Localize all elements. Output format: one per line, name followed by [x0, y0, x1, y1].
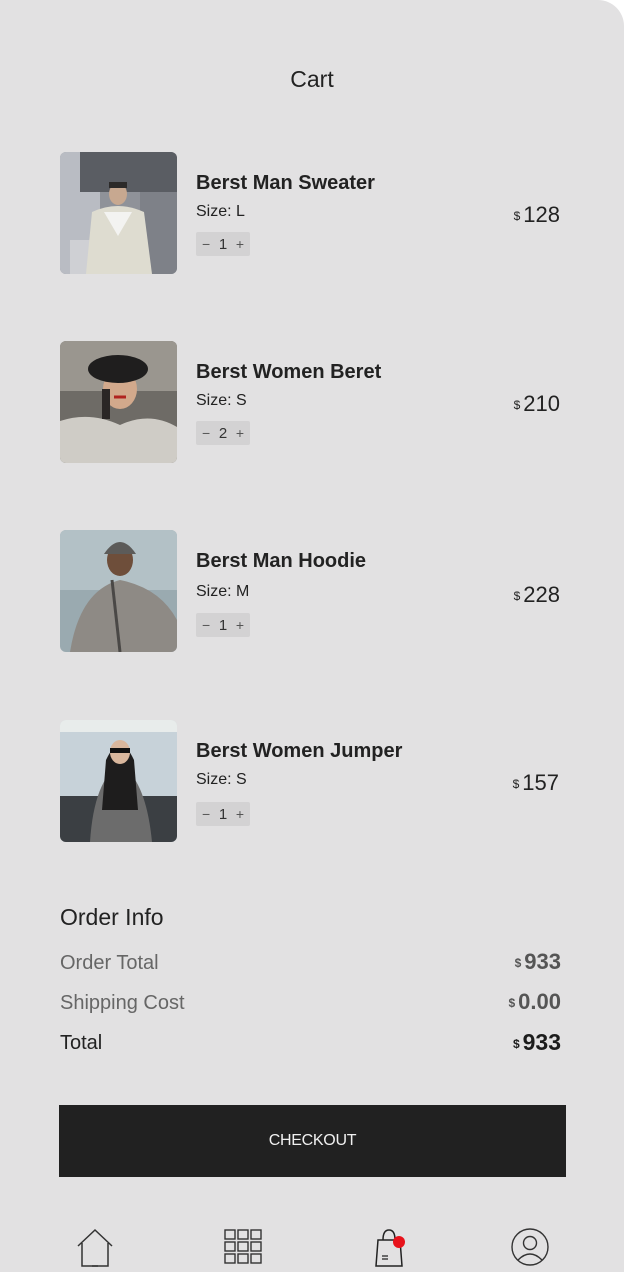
shipping-cost-value: 0.00: [518, 989, 561, 1014]
quantity-stepper: − 2 +: [196, 421, 250, 445]
currency-symbol: $: [512, 1037, 520, 1051]
shipping-cost-amount: $0.00: [508, 989, 561, 1015]
currency-symbol: $: [508, 996, 516, 1010]
currency-symbol: $: [512, 777, 520, 791]
quantity-value: 1: [218, 616, 228, 634]
product-image[interactable]: [60, 530, 177, 652]
quantity-stepper: − 1 +: [196, 802, 250, 826]
shipping-cost-label: Shipping Cost: [60, 992, 185, 1014]
checkout-button[interactable]: CHECKOUT: [59, 1105, 566, 1177]
item-name: Berst Women Beret: [196, 361, 382, 383]
size-label: Size:: [196, 583, 232, 600]
total-label: Total: [60, 1032, 103, 1054]
quantity-value: 2: [218, 424, 228, 442]
cart-item: Berst Man Sweater Size: L − 1 + $128: [60, 152, 560, 274]
order-info-title: Order Info: [60, 904, 164, 930]
cart-item: Berst Women Beret Size: S − 2 + $210: [60, 341, 560, 463]
size-label: Size:: [196, 771, 232, 788]
total-amount: $933: [513, 1029, 561, 1056]
size-value: M: [236, 583, 250, 600]
price-value: 228: [523, 582, 560, 607]
order-total-amount: $933: [515, 949, 561, 975]
item-price: $128: [514, 202, 560, 228]
grid-icon[interactable]: [222, 1226, 264, 1268]
item-price: $157: [513, 770, 559, 796]
currency-symbol: $: [513, 398, 521, 412]
shipping-cost-row: Shipping Cost $0.00: [60, 989, 561, 1015]
size-value: L: [236, 203, 245, 220]
increase-button[interactable]: +: [236, 617, 244, 633]
price-value: 157: [522, 770, 559, 795]
price-value: 128: [523, 202, 560, 227]
increase-button[interactable]: +: [236, 236, 244, 252]
decrease-button[interactable]: −: [202, 617, 210, 633]
quantity-stepper: − 1 +: [196, 613, 250, 637]
item-name: Berst Man Sweater: [196, 172, 375, 194]
shopping-bag-icon[interactable]: [368, 1226, 410, 1268]
currency-symbol: $: [514, 956, 522, 970]
item-size: Size: S: [196, 771, 247, 789]
item-name: Berst Women Jumper: [196, 740, 403, 762]
order-total-value: 933: [524, 949, 561, 974]
item-size: Size: S: [196, 392, 247, 410]
currency-symbol: $: [513, 209, 521, 223]
cart-badge: [393, 1236, 405, 1248]
order-total-label: Order Total: [60, 952, 159, 974]
decrease-button[interactable]: −: [202, 236, 210, 252]
home-icon[interactable]: [74, 1226, 116, 1268]
item-size: Size: L: [196, 203, 245, 221]
decrease-button[interactable]: −: [202, 806, 210, 822]
size-label: Size:: [196, 392, 232, 409]
increase-button[interactable]: +: [236, 806, 244, 822]
item-price: $210: [514, 391, 560, 417]
size-value: S: [236, 771, 247, 788]
total-row: Total $933: [60, 1029, 561, 1056]
item-price: $228: [514, 582, 560, 608]
profile-icon[interactable]: [509, 1226, 551, 1268]
size-value: S: [236, 392, 247, 409]
product-image[interactable]: [60, 720, 177, 842]
cart-screen: Cart Berst Man Sweater Size: L − 1 + $ 1…: [0, 0, 624, 1272]
price-value: 210: [523, 391, 560, 416]
page-title: Cart: [290, 66, 334, 92]
size-label: Size:: [196, 203, 232, 220]
decrease-button[interactable]: −: [202, 425, 210, 441]
quantity-value: 1: [218, 235, 228, 253]
product-image[interactable]: [60, 152, 177, 274]
cart-item: Berst Women Jumper Size: S − 1 + $157: [60, 720, 560, 842]
total-value: 933: [522, 1029, 561, 1055]
quantity-stepper: − 1 +: [196, 232, 250, 256]
product-image[interactable]: [60, 341, 177, 463]
item-size: Size: M: [196, 583, 249, 601]
increase-button[interactable]: +: [236, 425, 244, 441]
currency-symbol: $: [513, 589, 521, 603]
order-total-row: Order Total $933: [60, 949, 561, 975]
quantity-value: 1: [218, 805, 228, 823]
item-name: Berst Man Hoodie: [196, 550, 367, 572]
bottom-tab-bar: [0, 1226, 624, 1272]
cart-item: Berst Man Hoodie Size: M − 1 + $228: [60, 530, 560, 652]
